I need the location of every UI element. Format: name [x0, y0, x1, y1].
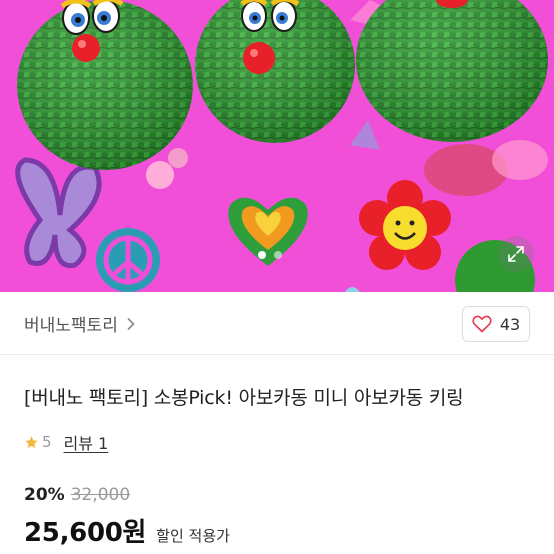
review-link[interactable]: 리뷰 1	[64, 430, 109, 454]
like-count: 43	[499, 314, 521, 334]
sale-price-note: 할인 적용가	[156, 527, 230, 545]
like-button[interactable]: 43	[462, 306, 530, 342]
star-icon	[24, 435, 39, 450]
product-title: [버내노 팩토리] 소봉Pick! 아보카동 미니 아보카동 키링	[24, 387, 464, 409]
gallery-dot[interactable]	[274, 251, 282, 259]
sale-price: 25,600원	[24, 518, 147, 548]
expand-image-button[interactable]	[498, 236, 534, 272]
gallery-dot[interactable]	[258, 251, 266, 259]
sale-price-row: 25,600원 할인 적용가	[24, 512, 230, 549]
gallery-pagination[interactable]	[258, 251, 282, 259]
heart-outline-icon	[472, 315, 492, 333]
product-photo	[0, 0, 554, 292]
price-discount-row: 20% 32,000	[24, 485, 130, 505]
seller-link[interactable]: 버내노팩토리	[24, 311, 135, 336]
rating-value: 5	[42, 433, 52, 451]
discount-rate: 20%	[24, 485, 65, 505]
seller-name: 버내노팩토리	[24, 316, 118, 336]
rating-row: 5 리뷰 1	[24, 430, 108, 454]
product-image[interactable]	[0, 0, 554, 292]
original-price: 32,000	[70, 485, 131, 505]
chevron-right-icon	[126, 317, 135, 331]
expand-arrows-icon	[508, 246, 524, 262]
